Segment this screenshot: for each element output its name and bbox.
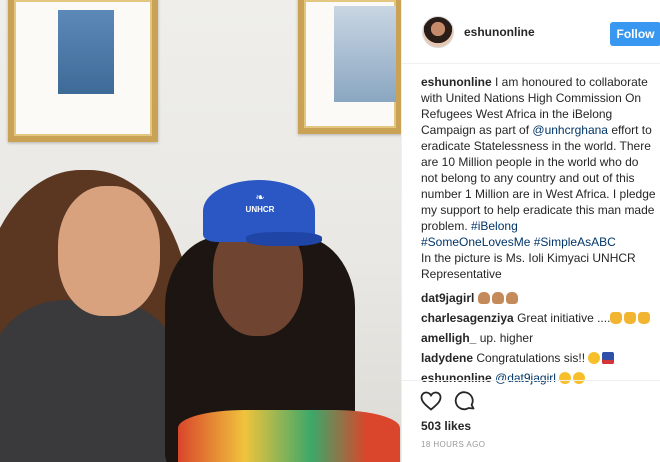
caption-mention[interactable]: @unhcrghana: [532, 123, 608, 137]
portrait-image-left: [58, 10, 114, 94]
hashtag-simpleasabc[interactable]: #SimpleAsABC: [534, 235, 616, 249]
post-actions: 503 likes 18 HOURS AGO: [402, 380, 660, 462]
header-username[interactable]: eshunonline: [464, 25, 535, 39]
comment-author[interactable]: dat9jagirl: [421, 291, 474, 305]
printed-dress: [178, 410, 400, 462]
comment-author[interactable]: ladydene: [421, 351, 473, 365]
thumbs-up-emoji-icon: [610, 312, 623, 324]
comment-author[interactable]: charlesagenziya: [421, 311, 514, 325]
heart-icon[interactable]: [419, 389, 443, 413]
caption-text-3: In the picture is Ms. Ioli Kimyaci UNHCR…: [421, 251, 636, 281]
thumbs-up-emoji-icon: [624, 312, 637, 324]
comment: ladydene Congratulations sis!!: [421, 350, 657, 366]
cap-logo: ❧ UNHCR: [243, 193, 277, 219]
post-header: eshunonline Follow: [402, 0, 660, 64]
post-caption: eshunonline I am honoured to collaborate…: [421, 74, 657, 282]
gift-emoji-icon: [602, 352, 615, 364]
framed-portrait-right: [298, 0, 401, 134]
clap-emoji-icon: [505, 292, 518, 304]
post-sidebar: eshunonline Follow eshunonline I am hono…: [401, 0, 660, 462]
comment-text: Great initiative ....: [517, 311, 611, 325]
caption-author[interactable]: eshunonline: [421, 75, 492, 89]
hashtag-someonelovesme[interactable]: #SomeOneLovesMe: [421, 235, 530, 249]
avatar[interactable]: [422, 16, 454, 48]
thumbs-up-emoji-icon: [638, 312, 651, 324]
caption-text-2: effort to eradicate Statelessness in the…: [421, 123, 656, 233]
woman-left-face: [58, 186, 160, 316]
comment-author[interactable]: amelligh_: [421, 331, 476, 345]
comment: amelligh_ up. higher: [421, 330, 657, 346]
unhcr-logo-icon: ❧: [255, 192, 265, 204]
comment: dat9jagirl: [421, 290, 657, 306]
portrait-image-right: [334, 6, 396, 102]
clap-emoji-icon: [477, 292, 490, 304]
cap-brim: [246, 232, 322, 246]
kiss-emoji-icon: [588, 352, 601, 364]
likes-count[interactable]: 503 likes: [421, 419, 471, 433]
follow-button[interactable]: Follow: [610, 22, 660, 46]
post-timestamp[interactable]: 18 HOURS AGO: [421, 440, 485, 449]
clap-emoji-icon: [491, 292, 504, 304]
comment: charlesagenziya Great initiative ....: [421, 310, 657, 326]
comment-icon[interactable]: [453, 389, 477, 413]
cap-text: UNHCR: [245, 205, 275, 214]
hashtag-ibelong[interactable]: #iBelong: [471, 219, 518, 233]
comment-text: up. higher: [479, 331, 534, 345]
comments-list: eshunonline I am honoured to collaborate…: [421, 74, 657, 390]
woman-left-body: [0, 300, 180, 462]
post-photo[interactable]: ❧ UNHCR: [0, 0, 401, 462]
comment-text: Congratulations sis!!: [476, 351, 586, 365]
framed-portrait-left: [8, 0, 158, 142]
